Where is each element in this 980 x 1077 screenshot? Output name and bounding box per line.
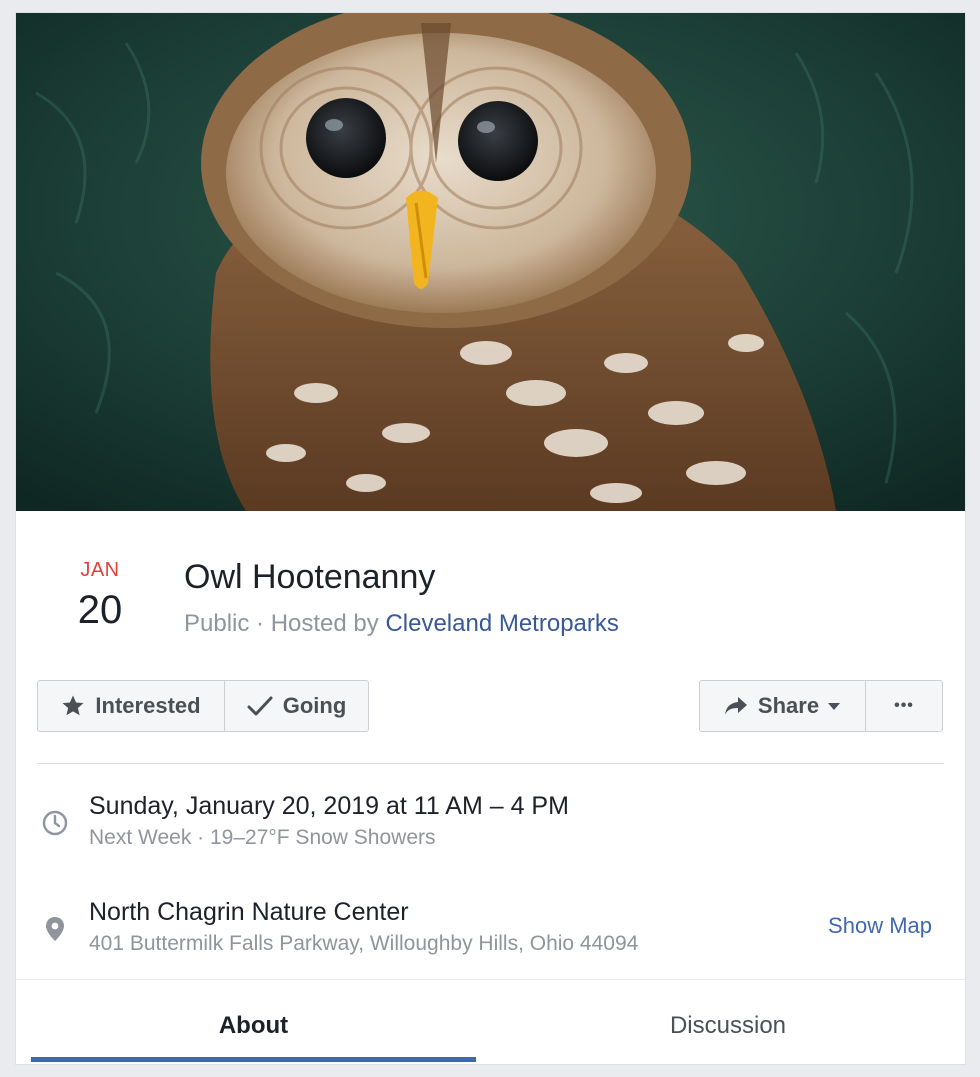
more-options-icon: ••• xyxy=(894,697,914,714)
going-label: Going xyxy=(282,693,347,718)
section-divider xyxy=(37,763,944,764)
meta-separator: · xyxy=(249,610,271,637)
event-card: JAN 20 Owl Hootenanny Public · Hosted by… xyxy=(15,12,966,1065)
location-address: 401 Buttermilk Falls Parkway, Willoughby… xyxy=(89,932,639,955)
clock-icon xyxy=(41,809,69,837)
event-date: JAN 20 xyxy=(60,558,140,632)
check-icon xyxy=(247,694,273,718)
tab-discussion[interactable]: Discussion xyxy=(491,993,965,1059)
event-day: 20 xyxy=(77,588,123,632)
tabs-divider xyxy=(16,979,965,980)
event-title: Owl Hootenanny xyxy=(184,558,436,596)
hosted-by-label: Hosted by xyxy=(270,610,386,637)
privacy-label: Public xyxy=(184,610,250,637)
share-buttons: Share ••• xyxy=(699,680,943,732)
share-arrow-icon xyxy=(724,695,748,717)
event-weather: Next Week · 19–27°F Snow Showers xyxy=(89,826,436,849)
interested-label: Interested xyxy=(95,693,201,718)
interested-button[interactable]: Interested xyxy=(38,681,224,731)
location-name[interactable]: North Chagrin Nature Center xyxy=(89,897,409,927)
event-time-row: Sunday, January 20, 2019 at 11 AM – 4 PM… xyxy=(37,791,944,855)
share-button[interactable]: Share xyxy=(700,681,865,731)
more-options-button[interactable]: ••• xyxy=(865,681,942,731)
show-map-link[interactable]: Show Map xyxy=(828,913,932,939)
tab-about[interactable]: About xyxy=(31,993,476,1059)
rsvp-buttons: Interested Going xyxy=(37,680,369,732)
share-label: Share xyxy=(757,693,820,718)
host-link[interactable]: Cleveland Metroparks xyxy=(385,610,618,637)
event-month: JAN xyxy=(80,559,120,581)
event-meta: Public · Hosted by Cleveland Metroparks xyxy=(184,609,619,639)
event-datetime[interactable]: Sunday, January 20, 2019 at 11 AM – 4 PM xyxy=(89,791,569,821)
going-button[interactable]: Going xyxy=(224,681,368,731)
owl-photo xyxy=(16,13,965,511)
star-icon xyxy=(61,694,85,718)
active-tab-indicator xyxy=(31,1057,476,1062)
caret-down-icon xyxy=(827,701,841,711)
event-location-row: North Chagrin Nature Center 401 Buttermi… xyxy=(37,897,944,961)
cover-photo[interactable] xyxy=(16,13,965,511)
map-pin-icon xyxy=(41,915,69,943)
